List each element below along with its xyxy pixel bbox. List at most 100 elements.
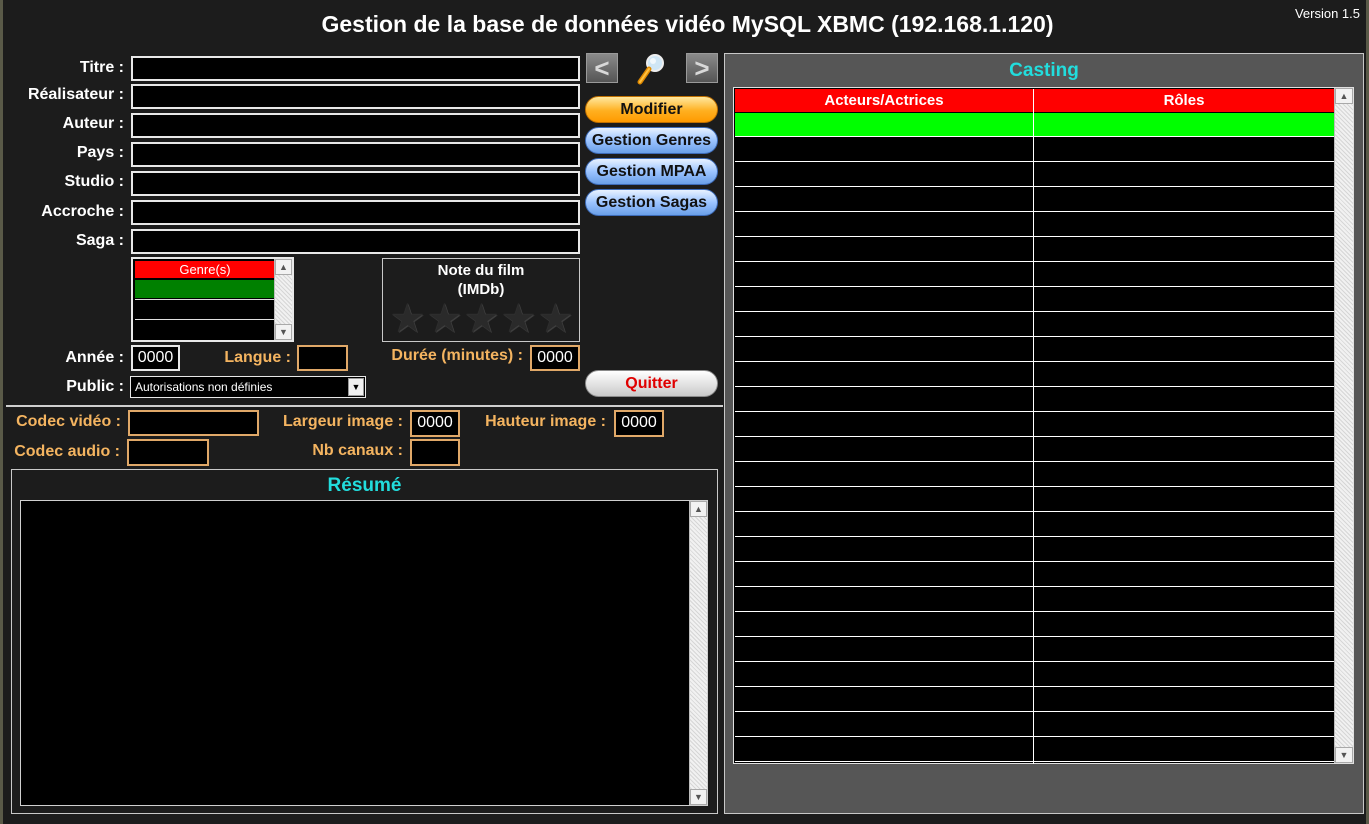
table-row-divider [735, 586, 1334, 587]
genre-row-divider [135, 319, 275, 320]
star-icon[interactable]: ★ [426, 299, 463, 339]
main-window: Gestion de la base de données vidéo MySQ… [0, 0, 1369, 824]
label-auteur: Auteur : [62, 115, 124, 132]
column-divider [1033, 89, 1034, 764]
star-icon[interactable]: ★ [389, 299, 426, 339]
label-duree: Durée (minutes) : [391, 347, 523, 364]
resume-title: Résumé [327, 475, 402, 496]
table-row-divider [735, 411, 1334, 412]
table-row-divider [735, 286, 1334, 287]
table-row-divider [735, 236, 1334, 237]
table-row-divider [735, 161, 1334, 162]
table-row-divider [735, 486, 1334, 487]
rating-title-line1: Note du film [437, 262, 525, 279]
scroll-down-icon[interactable]: ▼ [1335, 747, 1353, 763]
titre-field[interactable] [131, 56, 580, 81]
pays-field[interactable] [131, 142, 580, 167]
largeur-field[interactable]: 0000 [410, 410, 460, 437]
table-row-divider [735, 186, 1334, 187]
table-row-divider [735, 511, 1334, 512]
star-icon[interactable]: ★ [537, 299, 574, 339]
casting-selected-row[interactable] [735, 113, 1334, 136]
search-icon[interactable] [635, 51, 669, 87]
table-row-divider [735, 361, 1334, 362]
next-record-button[interactable]: > [686, 53, 718, 83]
table-row-divider [735, 386, 1334, 387]
label-hauteur: Hauteur image : [485, 413, 606, 430]
label-langue: Langue : [224, 349, 291, 366]
genre-row-divider [135, 299, 275, 300]
table-row-divider [735, 436, 1334, 437]
table-row-divider [735, 536, 1334, 537]
table-row-divider [735, 311, 1334, 312]
version-label: Version 1.5 [1294, 6, 1360, 21]
scroll-up-icon[interactable]: ▲ [690, 501, 707, 517]
label-codec-video: Codec vidéo : [16, 413, 121, 430]
gestion-mpaa-button[interactable]: Gestion MPAA [585, 158, 718, 185]
star-icon[interactable]: ★ [463, 299, 500, 339]
scroll-up-icon[interactable]: ▲ [275, 259, 292, 275]
label-annee: Année : [65, 349, 124, 366]
genre-selected-row[interactable] [135, 280, 275, 298]
scroll-down-icon[interactable]: ▼ [690, 789, 707, 805]
star-icon[interactable]: ★ [500, 299, 537, 339]
annee-field[interactable]: 0000 [131, 345, 180, 371]
auteur-field[interactable] [131, 113, 580, 138]
table-row-divider [735, 211, 1334, 212]
duree-field[interactable]: 0000 [530, 345, 580, 371]
label-largeur: Largeur image : [282, 413, 403, 430]
studio-field[interactable] [131, 171, 580, 196]
codec-video-field[interactable] [128, 410, 259, 436]
genre-list-header: Genre(s) [135, 261, 275, 278]
langue-field[interactable] [297, 345, 348, 371]
hauteur-field[interactable]: 0000 [614, 410, 664, 437]
modifier-button[interactable]: Modifier [585, 96, 718, 123]
rating-stars[interactable]: ★★★★★ [389, 299, 579, 339]
table-row-divider [735, 761, 1334, 762]
resume-panel: Résumé ▲ ▼ [11, 469, 718, 814]
label-titre: Titre : [79, 59, 124, 76]
scroll-up-icon[interactable]: ▲ [1335, 88, 1353, 104]
accroche-field[interactable] [131, 200, 580, 225]
table-row-divider [735, 686, 1334, 687]
table-row-divider [735, 261, 1334, 262]
casting-panel: Casting Acteurs/Actrices Rôles ▲ ▼ [724, 53, 1364, 814]
column-header-actors[interactable]: Acteurs/Actrices [735, 89, 1033, 112]
public-select[interactable]: Autorisations non définies ▼ [130, 376, 366, 398]
label-pays: Pays : [76, 144, 124, 161]
genre-scrollbar[interactable]: ▲ ▼ [274, 259, 292, 340]
label-public: Public : [66, 378, 124, 395]
casting-table[interactable]: Acteurs/Actrices Rôles ▲ ▼ [733, 87, 1354, 764]
quitter-button[interactable]: Quitter [585, 370, 718, 397]
table-row-divider [735, 336, 1334, 337]
column-header-roles[interactable]: Rôles [1034, 89, 1334, 112]
resume-scrollbar[interactable]: ▲ ▼ [689, 501, 707, 805]
label-nb-canaux: Nb canaux : [312, 442, 403, 459]
label-codec-audio: Codec audio : [14, 443, 120, 460]
window-title: Gestion de la base de données vidéo MySQ… [321, 11, 1054, 37]
codec-audio-field[interactable] [127, 439, 209, 466]
table-row-divider [735, 136, 1334, 137]
table-row-divider [735, 561, 1334, 562]
table-row-divider [735, 661, 1334, 662]
chevron-down-icon[interactable]: ▼ [348, 378, 364, 396]
table-row-divider [735, 611, 1334, 612]
gestion-genres-button[interactable]: Gestion Genres [585, 127, 718, 154]
table-row-divider [735, 461, 1334, 462]
saga-field[interactable] [131, 229, 580, 254]
realisateur-field[interactable] [131, 84, 580, 109]
table-row-divider [735, 711, 1334, 712]
label-accroche: Accroche : [41, 203, 124, 220]
nb-canaux-field[interactable] [410, 439, 460, 466]
label-realisateur: Réalisateur : [27, 86, 124, 103]
previous-record-button[interactable]: < [586, 53, 618, 83]
resume-textarea[interactable]: ▲ ▼ [20, 500, 708, 806]
scroll-down-icon[interactable]: ▼ [275, 324, 292, 340]
section-divider [6, 405, 723, 407]
genre-list[interactable]: Genre(s) ▲ ▼ [131, 257, 294, 342]
label-saga: Saga : [75, 232, 124, 249]
gestion-sagas-button[interactable]: Gestion Sagas [585, 189, 718, 216]
casting-scrollbar[interactable]: ▲ ▼ [1334, 88, 1353, 763]
table-row-divider [735, 636, 1334, 637]
casting-title: Casting [1009, 60, 1079, 81]
